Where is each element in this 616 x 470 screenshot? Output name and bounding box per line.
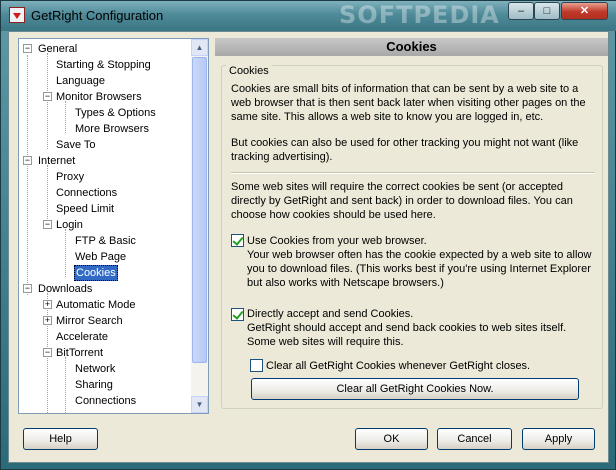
clear-on-close-checkbox[interactable] [250, 359, 263, 372]
tree-item-label: Save To [56, 139, 96, 151]
help-button[interactable]: Help [23, 428, 98, 450]
use-browser-cookies-label[interactable]: Use Cookies from your web browser. [247, 234, 595, 248]
use-browser-cookies-checkbox[interactable] [231, 234, 244, 247]
tree-line [65, 101, 66, 133]
watermark-logo: SOFTPEDIA [339, 1, 500, 29]
page-title: Cookies [215, 38, 608, 56]
collapse-icon[interactable]: − [23, 44, 32, 53]
tree-item-label: Types & Options [75, 107, 156, 119]
settings-tree[interactable]: − General Starting & Stopping Language −… [18, 38, 209, 414]
tree-line [65, 357, 66, 413]
clear-cookies-button[interactable]: Clear all GetRight Cookies Now. [251, 378, 579, 400]
scroll-up-icon[interactable]: ▲ [191, 39, 208, 56]
clear-on-close-label[interactable]: Clear all GetRight Cookies whenever GetR… [266, 359, 586, 373]
collapse-icon[interactable]: − [43, 92, 52, 101]
expand-icon[interactable]: + [43, 316, 52, 325]
tree-line [27, 55, 28, 295]
tree-item-label: General [38, 43, 78, 55]
tree-item-label: Language [56, 75, 105, 87]
tree-item-label: Accelerate [56, 331, 108, 343]
app-icon [9, 7, 25, 23]
tree-item-label: Sharing [75, 379, 113, 391]
tree-item-label: Connections [56, 187, 118, 199]
tree-item-label: Mirror Search [56, 315, 123, 327]
use-browser-cookies-desc: Your web browser often has the cookie ex… [247, 249, 592, 289]
ok-button[interactable]: OK [355, 428, 428, 450]
tree-item-label: Connections [75, 395, 137, 407]
dialog-client: − General Starting & Stopping Language −… [8, 31, 609, 463]
collapse-icon[interactable]: − [23, 284, 32, 293]
tree-scrollbar[interactable]: ▲ ▼ [191, 39, 208, 413]
collapse-icon[interactable]: − [23, 156, 32, 165]
tree-item-label: More Browsers [75, 123, 149, 135]
divider [231, 172, 595, 174]
direct-cookies-label[interactable]: Directly accept and send Cookies. [247, 307, 595, 321]
tree-item-label: Monitor Browsers [56, 91, 142, 103]
title-bar[interactable]: GetRight Configuration SOFTPEDIA – □ ✕ [1, 1, 616, 31]
tracking-description: But cookies can also be used for other t… [231, 137, 579, 163]
tree-line [47, 53, 48, 149]
apply-button[interactable]: Apply [522, 428, 595, 450]
tree-item-label: BitTorrent [56, 347, 104, 359]
cookies-description: Cookies are small bits of information th… [231, 83, 586, 123]
window-title: GetRight Configuration [31, 8, 164, 23]
collapse-icon[interactable]: − [43, 348, 52, 357]
tree-item-label: Web Page [75, 251, 127, 263]
tree-item-label: Network [75, 363, 116, 375]
scroll-thumb[interactable] [192, 57, 207, 363]
tree-item-label: Speed Limit [56, 203, 115, 215]
expand-icon[interactable]: + [43, 300, 52, 309]
tree-item-label: Downloads [38, 283, 93, 295]
direct-cookies-checkbox[interactable] [231, 308, 244, 321]
tree-item-label: Automatic Mode [56, 299, 136, 311]
tree-item-label: Starting & Stopping [56, 59, 151, 71]
tree-item-label: Internet [38, 155, 76, 167]
maximize-button[interactable]: □ [534, 2, 560, 20]
tree-item-label: Cookies [74, 265, 118, 281]
cancel-button[interactable]: Cancel [437, 428, 512, 450]
scroll-down-icon[interactable]: ▼ [191, 396, 208, 413]
tree-item-label: Proxy [56, 171, 85, 183]
requirements-description: Some web sites will require the correct … [231, 181, 573, 221]
direct-cookies-desc: GetRight should accept and send back coo… [247, 322, 567, 348]
groupbox-title: Cookies [226, 65, 272, 77]
tree-item-label: FTP & Basic [75, 235, 136, 247]
collapse-icon[interactable]: − [43, 220, 52, 229]
tree-line [65, 229, 66, 277]
close-button[interactable]: ✕ [561, 2, 608, 20]
tree-item-label: Login [56, 219, 83, 231]
minimize-button[interactable]: – [508, 2, 534, 20]
getright-config-window: GetRight Configuration SOFTPEDIA – □ ✕ −… [0, 0, 616, 470]
